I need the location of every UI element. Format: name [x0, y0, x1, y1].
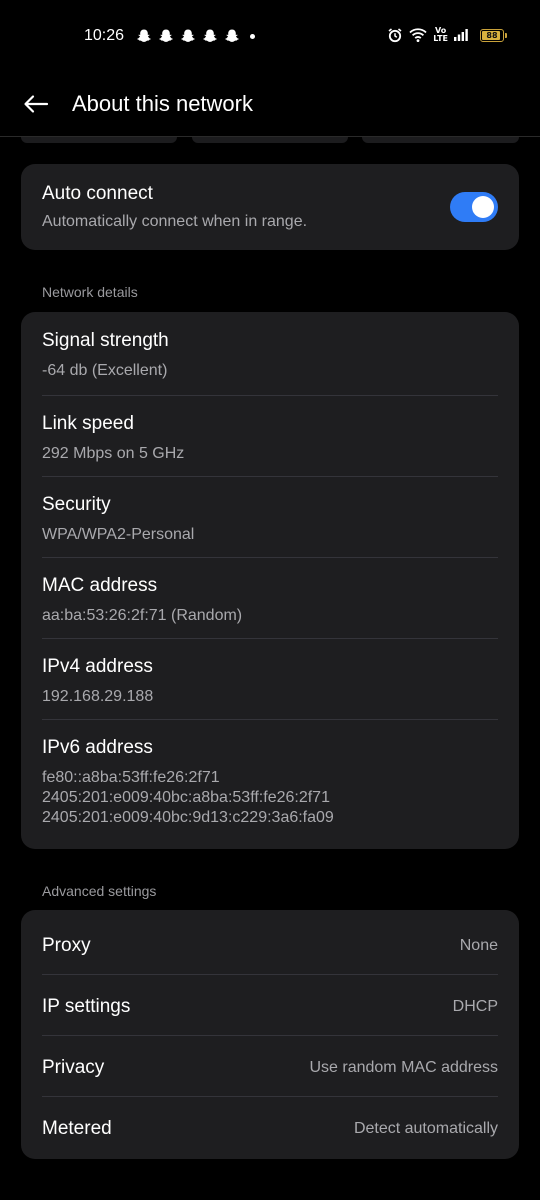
action-card-peek	[21, 137, 177, 143]
ipv4-address-row: IPv4 address 192.168.29.188	[42, 638, 498, 720]
more-notifications-dot	[250, 33, 255, 39]
signal-strength-value: -64 db (Excellent)	[42, 362, 168, 379]
snapchat-icon	[203, 29, 217, 42]
snapchat-icon	[181, 29, 195, 42]
signal-strength-label: Signal strength	[42, 330, 169, 351]
status-time: 10:26	[84, 27, 125, 44]
mac-address-row: MAC address aa:ba:53:26:2f:71 (Random)	[42, 557, 498, 639]
mac-address-value: aa:ba:53:26:2f:71 (Random)	[42, 607, 243, 624]
back-button[interactable]	[18, 88, 54, 120]
ipv6-address-value: fe80::a8ba:53ff:fe26:2f71	[42, 769, 220, 786]
mac-address-label: MAC address	[42, 575, 158, 596]
proxy-value: None	[459, 937, 498, 954]
notification-icons	[136, 28, 255, 44]
advanced-settings-card: Proxy None IP settings DHCP Privacy Use …	[21, 910, 519, 1159]
signal-strength-row: Signal strength -64 db (Excellent)	[42, 312, 498, 396]
snapchat-icon	[159, 29, 173, 42]
ipv6-address-label: IPv6 address	[42, 737, 153, 758]
metered-label: Metered	[42, 1118, 112, 1139]
ip-settings-value: DHCP	[452, 998, 498, 1015]
ip-settings-label: IP settings	[42, 996, 131, 1017]
ipv6-address-value: 2405:201:e009:40bc:a8ba:53ff:fe26:2f71	[42, 789, 330, 806]
battery-level: 88	[486, 30, 498, 40]
ipv6-address-values: fe80::a8ba:53ff:fe26:2f71 2405:201:e009:…	[42, 768, 334, 828]
snapchat-icon	[225, 29, 239, 42]
ipv4-address-label: IPv4 address	[42, 656, 153, 677]
action-card-peek	[362, 137, 519, 143]
action-card-peek	[192, 137, 348, 143]
privacy-value: Use random MAC address	[309, 1059, 498, 1076]
arrow-left-icon	[24, 95, 49, 113]
ipv6-address-value: 2405:201:e009:40bc:9d13:c229:3a6:fa09	[42, 809, 334, 826]
metered-value: Detect automatically	[353, 1120, 498, 1137]
signal-icon	[454, 29, 468, 41]
network-details-label: Network details	[42, 284, 138, 300]
auto-connect-card[interactable]: Auto connect Automatically connect when …	[21, 164, 519, 250]
privacy-row[interactable]: Privacy Use random MAC address	[42, 1035, 498, 1097]
status-bar: 10:26 Vo LTE 88	[0, 0, 540, 72]
advanced-settings-label: Advanced settings	[42, 883, 157, 899]
metered-row[interactable]: Metered Detect automatically	[42, 1096, 498, 1157]
proxy-row[interactable]: Proxy None	[42, 913, 498, 975]
link-speed-row: Link speed 292 Mbps on 5 GHz	[42, 395, 498, 477]
snapchat-icon	[137, 29, 151, 42]
security-value: WPA/WPA2-Personal	[42, 526, 195, 543]
auto-connect-toggle[interactable]	[450, 192, 498, 222]
proxy-label: Proxy	[42, 935, 91, 956]
page-title: About this network	[72, 91, 253, 116]
security-label: Security	[42, 494, 111, 515]
toggle-knob	[472, 196, 494, 218]
privacy-label: Privacy	[42, 1057, 105, 1078]
app-header: About this network	[0, 72, 540, 137]
link-speed-label: Link speed	[42, 413, 134, 434]
ipv4-address-value: 192.168.29.188	[42, 688, 154, 705]
alarm-icon	[388, 28, 402, 43]
status-right-icons: Vo LTE 88	[387, 26, 507, 43]
auto-connect-subtitle: Automatically connect when in range.	[42, 213, 308, 230]
ip-settings-row[interactable]: IP settings DHCP	[42, 974, 498, 1036]
wifi-icon	[409, 28, 427, 42]
ipv6-address-row: IPv6 address fe80::a8ba:53ff:fe26:2f71 2…	[42, 719, 498, 849]
network-details-card: Signal strength -64 db (Excellent) Link …	[21, 312, 519, 849]
volte-icon: Vo LTE	[433, 26, 448, 43]
battery-icon: 88	[480, 28, 507, 42]
link-speed-value: 292 Mbps on 5 GHz	[42, 445, 185, 462]
auto-connect-title: Auto connect	[42, 183, 153, 204]
security-row: Security WPA/WPA2-Personal	[42, 476, 498, 558]
